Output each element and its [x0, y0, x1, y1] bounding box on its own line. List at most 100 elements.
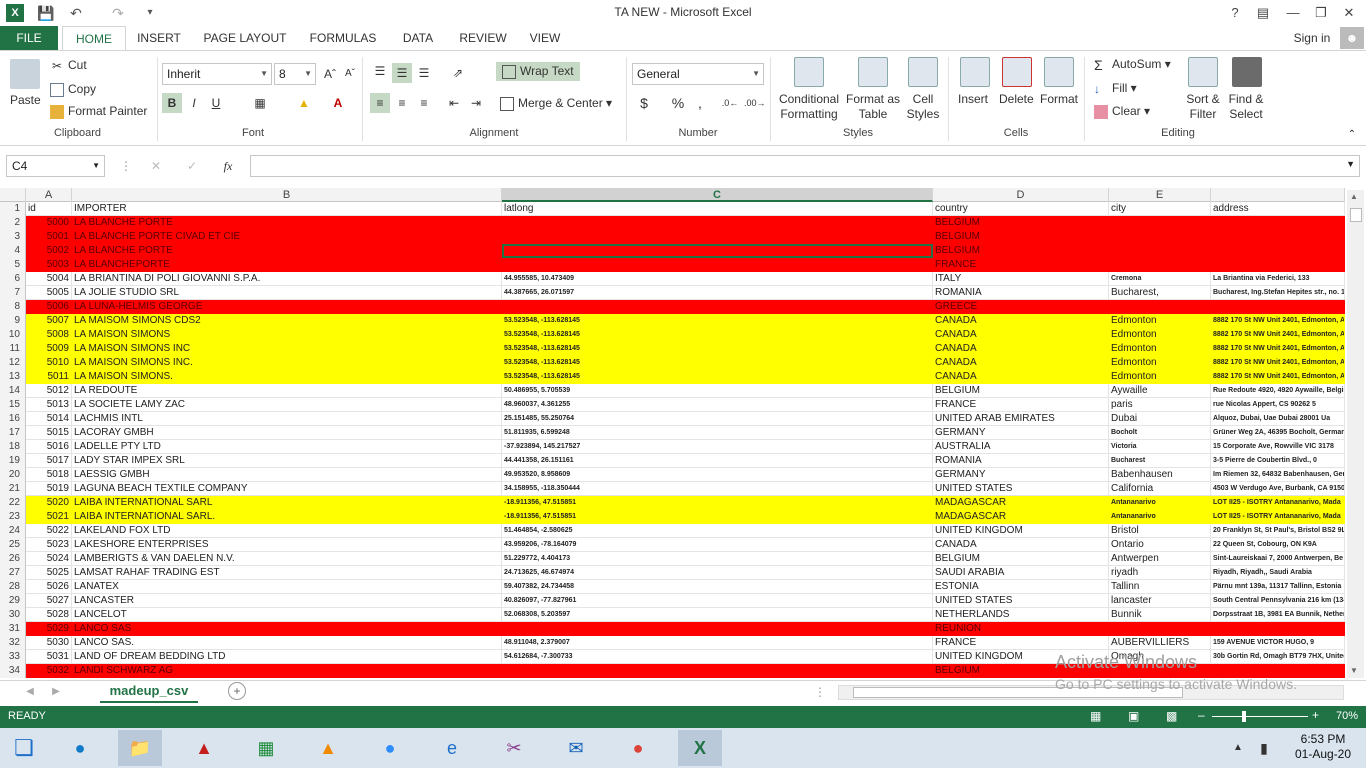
- cell-d[interactable]: FRANCE: [933, 258, 1109, 272]
- bold-button[interactable]: B: [162, 93, 182, 113]
- cell-d[interactable]: GERMANY: [933, 426, 1109, 440]
- page-layout-view-icon[interactable]: ▣: [1128, 709, 1139, 723]
- scroll-up-icon[interactable]: ▲: [1350, 192, 1358, 201]
- row-header[interactable]: 19: [0, 454, 26, 468]
- cell-d[interactable]: CANADA: [933, 356, 1109, 370]
- cell-f[interactable]: 8882 170 St NW Unit 2401, Edmonton, AB: [1211, 328, 1345, 342]
- cell-c[interactable]: [502, 664, 933, 678]
- row-header[interactable]: 34: [0, 664, 26, 678]
- cell-f[interactable]: [1211, 622, 1345, 636]
- cell-a[interactable]: 5005: [26, 286, 72, 300]
- collapse-ribbon-icon[interactable]: ⌃: [1342, 125, 1362, 145]
- cell-c[interactable]: 52.068308, 5.203597: [502, 608, 933, 622]
- cell-b[interactable]: LADY STAR IMPEX SRL: [72, 454, 502, 468]
- cell-d[interactable]: FRANCE: [933, 636, 1109, 650]
- cell-e[interactable]: Tallinn: [1109, 580, 1211, 594]
- cell-c[interactable]: 51.464854, -2.580625: [502, 524, 933, 538]
- cell-d[interactable]: BELGIUM: [933, 552, 1109, 566]
- column-header-d[interactable]: D: [933, 188, 1109, 202]
- tab-file[interactable]: FILE: [0, 26, 58, 50]
- cell-f[interactable]: Alquoz, Dubai, Uae Dubai 28001 Ua: [1211, 412, 1345, 426]
- cell-d[interactable]: MADAGASCAR: [933, 510, 1109, 524]
- cell-d[interactable]: CANADA: [933, 314, 1109, 328]
- ribbon-display-icon[interactable]: ▤: [1250, 2, 1276, 24]
- row-header[interactable]: 28: [0, 580, 26, 594]
- vertical-scroll-thumb[interactable]: [1350, 208, 1362, 222]
- cell-b[interactable]: LADELLE PTY LTD: [72, 440, 502, 454]
- cell-b[interactable]: LA BLANCHEPORTE: [72, 258, 502, 272]
- conditional-formatting-icon[interactable]: [794, 57, 824, 87]
- row-header[interactable]: 5: [0, 258, 26, 272]
- cell-a[interactable]: 5029: [26, 622, 72, 636]
- align-right-icon[interactable]: ≡: [414, 93, 434, 113]
- cell-f[interactable]: 8882 170 St NW Unit 2401, Edmonton, AB: [1211, 356, 1345, 370]
- tab-review[interactable]: REVIEW: [456, 26, 510, 50]
- cell-e[interactable]: Dubai: [1109, 412, 1211, 426]
- cell-f[interactable]: LOT II25 - ISOTRY Antananarivo, Mada: [1211, 510, 1345, 524]
- cell-e[interactable]: [1109, 622, 1211, 636]
- insert-button[interactable]: Insert: [958, 92, 988, 106]
- decrease-indent-icon[interactable]: ⇤: [444, 93, 464, 113]
- cut-button[interactable]: ✂ Cut: [50, 58, 87, 73]
- cell-b[interactable]: LA MAISON SIMONS INC: [72, 342, 502, 356]
- row-header[interactable]: 16: [0, 412, 26, 426]
- row-header[interactable]: 25: [0, 538, 26, 552]
- cell-c[interactable]: 53.523548, -113.628145: [502, 342, 933, 356]
- cell-b[interactable]: LA BLANCHE PORTE: [72, 244, 502, 258]
- formula-input[interactable]: ▼: [250, 155, 1360, 177]
- cell-c[interactable]: [502, 300, 933, 314]
- cell-f[interactable]: address: [1211, 202, 1345, 216]
- row-header[interactable]: 15: [0, 398, 26, 412]
- cell-d[interactable]: CANADA: [933, 538, 1109, 552]
- cell-c[interactable]: 48.960037, 4.361255: [502, 398, 933, 412]
- cell-f[interactable]: Sint-Laureiskaai 7, 2000 Antwerpen, Be: [1211, 552, 1345, 566]
- orientation-icon[interactable]: ⇗: [448, 63, 468, 83]
- name-box[interactable]: C4 ▼: [6, 155, 105, 177]
- format-as-table-icon[interactable]: [858, 57, 888, 87]
- increase-font-icon[interactable]: Aˆ: [320, 64, 340, 84]
- cell-a[interactable]: 5014: [26, 412, 72, 426]
- tab-view[interactable]: VIEW: [526, 26, 564, 50]
- cell-f[interactable]: Dorpsstraat 1B, 3981 EA Bunnik, Netherla: [1211, 608, 1345, 622]
- row-header[interactable]: 30: [0, 608, 26, 622]
- cell-e[interactable]: California: [1109, 482, 1211, 496]
- cell-a[interactable]: 5017: [26, 454, 72, 468]
- align-top-icon[interactable]: ☰: [370, 61, 390, 81]
- cell-b[interactable]: LAGUNA BEACH TEXTILE COMPANY: [72, 482, 502, 496]
- sort-filter-icon[interactable]: [1188, 57, 1218, 87]
- row-header[interactable]: 2: [0, 216, 26, 230]
- cell-d[interactable]: CANADA: [933, 370, 1109, 384]
- cell-e[interactable]: Edmonton: [1109, 356, 1211, 370]
- align-middle-icon[interactable]: ☰: [392, 63, 412, 83]
- decrease-font-icon[interactable]: Aˇ: [340, 64, 360, 84]
- prev-sheet-icon[interactable]: ◀: [20, 682, 40, 702]
- cell-e[interactable]: riyadh: [1109, 566, 1211, 580]
- cell-f[interactable]: 8882 170 St NW Unit 2401, Edmonton, AB: [1211, 342, 1345, 356]
- format-painter-button[interactable]: Format Painter: [50, 104, 147, 119]
- excel-taskbar-icon[interactable]: X: [678, 730, 722, 766]
- cell-d[interactable]: ROMANIA: [933, 286, 1109, 300]
- sort-filter-button[interactable]: Sort & Filter: [1180, 92, 1226, 122]
- fill-button[interactable]: ↓ Fill ▾: [1094, 81, 1137, 96]
- cell-a[interactable]: 5030: [26, 636, 72, 650]
- cell-f[interactable]: [1211, 258, 1345, 272]
- tab-home[interactable]: HOME: [62, 26, 126, 50]
- cell-e[interactable]: Edmonton: [1109, 342, 1211, 356]
- cell-b[interactable]: LACHMIS INTL: [72, 412, 502, 426]
- cell-e[interactable]: Bucharest,: [1109, 286, 1211, 300]
- cell-c[interactable]: 53.523548, -113.628145: [502, 314, 933, 328]
- font-name-select[interactable]: Inherit ▼: [162, 63, 272, 85]
- cell-b[interactable]: LAIBA INTERNATIONAL SARL: [72, 496, 502, 510]
- cell-a[interactable]: 5008: [26, 328, 72, 342]
- cell-d[interactable]: SAUDI ARABIA: [933, 566, 1109, 580]
- cell-c[interactable]: -18.911356, 47.515851: [502, 510, 933, 524]
- cell-c[interactable]: -18.911356, 47.515851: [502, 496, 933, 510]
- cell-f[interactable]: Rue Redoute 4920, 4920 Aywaille, Belgi: [1211, 384, 1345, 398]
- format-cells-icon[interactable]: [1044, 57, 1074, 87]
- cell-a[interactable]: 5010: [26, 356, 72, 370]
- column-header-b[interactable]: B: [72, 188, 502, 202]
- cell-c[interactable]: latlong: [502, 202, 933, 216]
- maximize-button[interactable]: ❐: [1308, 2, 1334, 24]
- store-icon[interactable]: ▦: [244, 730, 288, 766]
- cell-b[interactable]: LA MAISON SIMONS INC.: [72, 356, 502, 370]
